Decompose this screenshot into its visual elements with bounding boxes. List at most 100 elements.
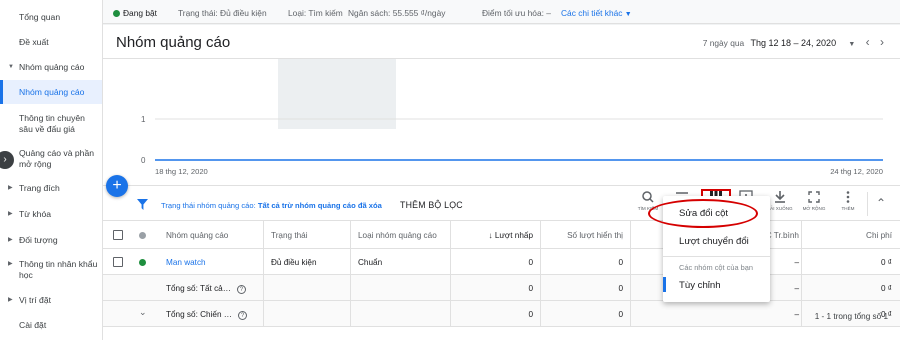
campaign-status-bar: Đang bật Trạng thái: Đủ điều kiện Loại: … — [103, 0, 900, 24]
cell-cost: 0 ₫ — [880, 284, 892, 293]
sidebar-item-demographics[interactable]: ▶ Thông tin nhân khẩu học — [0, 259, 102, 283]
sidebar-item-overview[interactable]: Tổng quan — [0, 12, 102, 26]
dropdown-arrow-icon[interactable]: ▼ — [848, 41, 855, 48]
chevron-left-icon[interactable]: ‹ — [866, 35, 870, 49]
sidebar-item-landing-pages[interactable]: ▶ Trang đích — [0, 183, 102, 197]
caret-right-icon: ▶ — [8, 211, 13, 217]
help-icon[interactable]: ? — [236, 285, 246, 294]
expand-tool-button[interactable]: MỞ RỘNG — [799, 190, 829, 211]
sidebar-item-label: Thông tin nhân khẩu học — [19, 259, 98, 280]
performance-chart: 1 0 18 thg 12, 2020 24 thg 12, 2020 — [103, 58, 900, 185]
sidebar-item-keywords[interactable]: ▶ Từ khóa — [0, 209, 102, 223]
chevron-up-icon[interactable]: ⌃ — [876, 196, 886, 210]
filter-icon[interactable] — [137, 199, 148, 210]
main-card: Nhóm quảng cáo 7 ngày qua Thg 12 18 – 24… — [103, 25, 900, 340]
column-divider — [450, 221, 451, 327]
sidebar-item-auction-insights[interactable]: Thông tin chuyên sâu về đấu giá — [0, 113, 102, 137]
sidebar-item-label: Tổng quan — [19, 12, 61, 22]
cell-clicks: 0 — [528, 284, 533, 293]
menu-divider — [663, 256, 770, 257]
sidebar-item-settings[interactable]: Cài đặt — [0, 320, 102, 334]
sidebar-item-audiences[interactable]: ▶ Đối tượng — [0, 235, 102, 249]
more-details-link[interactable]: Các chi tiết khác ▼ — [561, 8, 632, 18]
cell-impressions: 0 — [618, 284, 623, 293]
cell-type: Chuẩn — [358, 258, 383, 267]
help-icon[interactable]: ? — [238, 311, 247, 320]
sidebar-item-placements[interactable]: ▶ Vị trí đặt — [0, 295, 102, 309]
column-divider — [350, 221, 351, 327]
active-filter-chip[interactable]: Trạng thái nhóm quảng cáo: Tất cả trừ nh… — [161, 201, 382, 210]
cell-impressions: 0 — [618, 310, 623, 319]
sidebar-item-recommendations[interactable]: Đề xuất — [0, 37, 102, 51]
col-header-type[interactable]: Loại nhóm quảng cáo — [358, 231, 437, 240]
sidebar: Tổng quan Đề xuất ▼ Nhóm quảng cáo Nhóm q… — [0, 0, 103, 340]
sidebar-item-label: Vị trí đặt — [19, 295, 51, 305]
pagination-summary: 1 - 1 trong tổng số 1 — [814, 312, 888, 321]
filter-label: Trạng thái nhóm quảng cáo: — [161, 201, 256, 210]
filter-toolbar: + Trạng thái nhóm quảng cáo: Tất cả trừ … — [103, 175, 900, 221]
tool-label: THÊM — [841, 206, 855, 211]
fullscreen-icon — [808, 191, 820, 203]
sidebar-item-label: Đề xuất — [19, 37, 49, 47]
cell-avg-cpc: – — [794, 310, 799, 319]
column-divider — [801, 221, 802, 327]
highlight-ellipse — [648, 199, 758, 228]
row-checkbox[interactable] — [113, 257, 123, 267]
filter-value: Tất cả trừ nhóm quảng cáo đã xóa — [257, 201, 382, 210]
total-label: Tổng số: Chiến …? — [166, 310, 247, 320]
more-tool-button[interactable]: THÊM — [833, 190, 863, 211]
column-divider — [263, 221, 264, 327]
table-total-row: Tổng số: Tất cả…? 0 0 – 0 ₫ — [103, 275, 900, 301]
status-optimization: Điểm tối ưu hóa: – — [482, 8, 551, 18]
col-header-cost[interactable]: Chi phí — [803, 231, 892, 240]
sidebar-item-label: Nhóm quảng cáo — [19, 62, 85, 72]
x-tick-label-end: 24 thg 12, 2020 — [830, 167, 883, 176]
cell-clicks: 0 — [528, 258, 533, 267]
cell-impressions: 0 — [618, 258, 623, 267]
custom-columns-item[interactable]: Tùy chỉnh — [679, 280, 721, 291]
sidebar-item-label: Trang đích — [19, 183, 60, 193]
col-header-status[interactable]: Trạng thái — [271, 231, 308, 240]
toolbar-divider — [867, 192, 868, 216]
x-tick-label-start: 18 thg 12, 2020 — [155, 167, 208, 176]
sidebar-item-ad-groups[interactable]: Nhóm quảng cáo — [0, 80, 102, 104]
select-all-checkbox[interactable] — [113, 230, 123, 240]
status-dot-icon — [113, 10, 120, 17]
add-filter-button[interactable]: THÊM BỘ LỌC — [400, 200, 463, 210]
sidebar-item-ads-extensions[interactable]: Quảng cáo và phần mở rộng — [0, 148, 102, 172]
ad-group-name-link[interactable]: Man watch — [166, 258, 206, 267]
sidebar-item-label: Cài đặt — [19, 320, 47, 330]
table-header-row: Nhóm quảng cáo Trạng thái Loại nhóm quản… — [103, 221, 900, 249]
table-total-row: ⌄ Tổng số: Chiến …? 0 0 – 0 ₫ — [103, 301, 900, 327]
date-range-prefix: 7 ngày qua — [702, 38, 745, 48]
tool-label: TẢI XUỐNG — [767, 206, 793, 211]
sidebar-item-ad-groups-section[interactable]: ▼ Nhóm quảng cáo — [0, 62, 102, 76]
expand-chevron-icon[interactable]: ⌄ — [139, 307, 147, 318]
date-range-picker[interactable]: 7 ngày qua Thg 12 18 – 24, 2020 ▼ ‹ › — [703, 35, 884, 49]
page-title: Nhóm quảng cáo — [116, 34, 231, 51]
status-column-dot-icon — [139, 232, 146, 239]
sidebar-item-label: Từ khóa — [19, 209, 52, 219]
date-range-value: Thg 12 18 – 24, 2020 — [750, 38, 837, 48]
sidebar-item-label: Thông tin chuyên sâu về đấu giá — [19, 113, 85, 134]
caret-right-icon: ▶ — [8, 297, 13, 303]
caret-right-icon: ▶ — [8, 261, 13, 267]
enabled-dot-icon[interactable] — [139, 259, 146, 266]
col-header-name[interactable]: Nhóm quảng cáo — [166, 231, 228, 240]
chevron-right-icon[interactable]: › — [880, 35, 884, 49]
sidebar-item-label: Quảng cáo và phần mở rộng — [19, 148, 95, 169]
caret-down-icon: ▼ — [8, 64, 14, 70]
chevron-down-icon: ▼ — [624, 11, 632, 18]
more-vert-icon — [846, 191, 850, 203]
sidebar-item-label: Đối tượng — [19, 235, 58, 245]
conversions-columns-item[interactable]: Lượt chuyển đổi — [679, 236, 749, 247]
y-tick-label: 1 — [141, 115, 146, 124]
col-header-clicks[interactable]: ↓ Lượt nhấp — [453, 231, 533, 240]
cell-cost: 0 ₫ — [880, 258, 892, 267]
col-header-impressions[interactable]: Số lượt hiển thị — [543, 231, 623, 240]
table-row: Man watch Đủ điều kiện Chuẩn 0 0 – 0 ₫ — [103, 249, 900, 275]
caret-right-icon: ▶ — [8, 237, 13, 243]
add-button[interactable]: + — [106, 175, 128, 197]
status-badge: Đang bật — [113, 8, 157, 18]
column-sets-heading: Các nhóm cột của bạn — [679, 263, 753, 272]
